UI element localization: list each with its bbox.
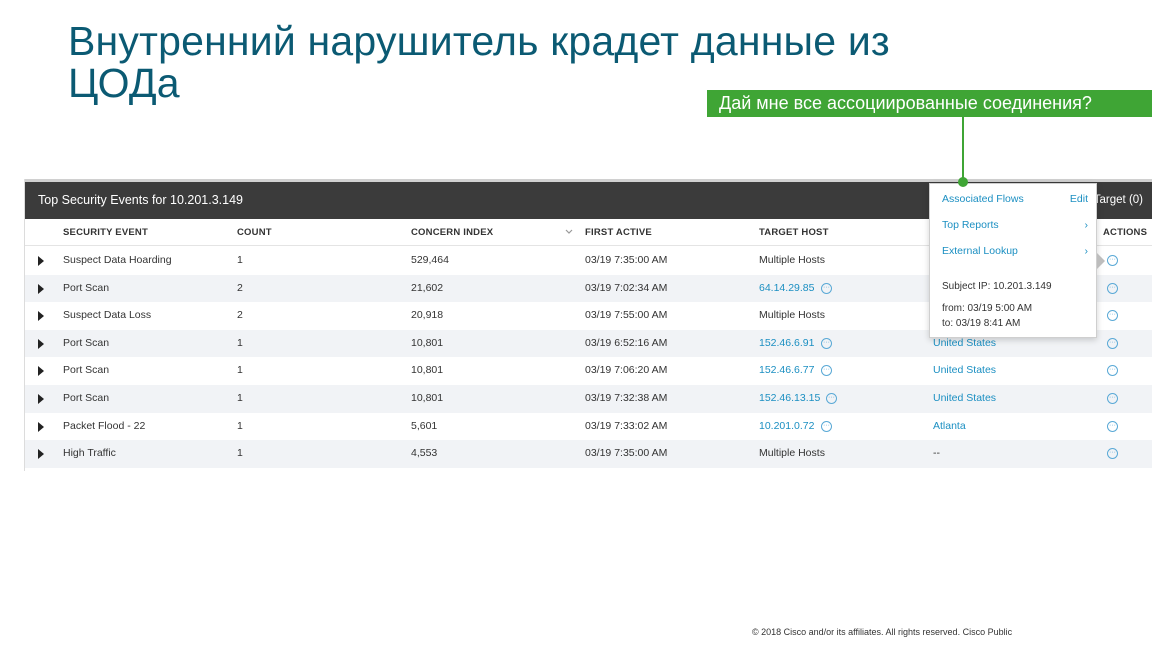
menu-item-associated-flows[interactable]: Associated Flows Edit bbox=[942, 191, 1088, 207]
time-to-text: to: 03/19 8:41 AM bbox=[942, 318, 1021, 329]
top-reports-label[interactable]: Top Reports bbox=[942, 219, 999, 231]
cell-count: 1 bbox=[237, 392, 243, 404]
title-line-1: Внутренний нарушитель крадет данные из bbox=[68, 18, 890, 64]
callout-box: Дай мне все ассоциированные соединения? bbox=[707, 90, 1152, 117]
menu-item-top-reports[interactable]: Top Reports › bbox=[942, 217, 1088, 233]
edit-link[interactable]: Edit bbox=[1070, 191, 1088, 207]
cell-count: 2 bbox=[237, 309, 243, 322]
expand-arrow-icon[interactable] bbox=[38, 366, 44, 377]
cell-concern: 529,464 bbox=[411, 254, 449, 266]
cell-first-active: 03/19 6:52:16 AM bbox=[585, 336, 668, 349]
cell-first-active: 03/19 7:02:34 AM bbox=[585, 281, 668, 294]
cell-target-link[interactable]: United States bbox=[933, 357, 996, 385]
cell-count: 1 bbox=[237, 336, 243, 349]
time-from-text: from: 03/19 5:00 AM bbox=[942, 303, 1033, 314]
cell-count: 1 bbox=[237, 419, 243, 432]
menu-item-external-lookup[interactable]: External Lookup › bbox=[942, 243, 1088, 259]
actions-more-icon[interactable]: ··· bbox=[1107, 255, 1118, 266]
cell-count: 1 bbox=[237, 447, 243, 460]
host-more-icon[interactable]: ··· bbox=[826, 393, 837, 404]
subject-ip-text: Subject IP: 10.201.3.149 bbox=[942, 281, 1052, 292]
table-row[interactable]: Port Scan 1 10,801 03/19 7:32:38 AM 152.… bbox=[25, 385, 1152, 413]
cell-target-host: Multiple Hosts bbox=[759, 447, 825, 460]
associated-flows-label[interactable]: Associated Flows bbox=[942, 193, 1024, 205]
expand-arrow-icon[interactable] bbox=[38, 338, 44, 349]
actions-more-icon[interactable]: ··· bbox=[1107, 337, 1118, 349]
cell-concern: 20,918 bbox=[411, 309, 444, 322]
slide: Внутренний нарушитель крадет данные из Ц… bbox=[0, 0, 1152, 648]
target-count-label[interactable]: Target (0) bbox=[1094, 182, 1143, 219]
expand-arrow-icon[interactable] bbox=[38, 449, 44, 460]
cell-event: High Traffic bbox=[63, 447, 116, 460]
cell-event: Suspect Data Loss bbox=[63, 309, 152, 322]
host-more-icon[interactable]: ··· bbox=[821, 282, 832, 294]
cell-target-host-link[interactable]: 10.201.0.72 bbox=[759, 413, 814, 441]
actions-more-icon[interactable]: ··· bbox=[1107, 282, 1118, 294]
expand-arrow-icon[interactable] bbox=[38, 283, 44, 294]
expand-arrow-icon[interactable] bbox=[38, 256, 44, 266]
cell-count: 1 bbox=[237, 254, 243, 266]
cell-target-link[interactable]: Atlanta bbox=[933, 413, 966, 441]
expand-arrow-icon[interactable] bbox=[38, 421, 44, 432]
cell-target-host: Multiple Hosts bbox=[759, 254, 825, 266]
cell-concern: 5,601 bbox=[411, 419, 438, 432]
cell-target-host-link[interactable]: 152.46.6.77 bbox=[759, 357, 814, 385]
sort-chevron-down-icon[interactable] bbox=[565, 228, 573, 236]
cell-event: Suspect Data Hoarding bbox=[63, 254, 172, 266]
column-first-active[interactable]: FIRST ACTIVE bbox=[585, 219, 652, 246]
actions-more-icon[interactable]: ··· bbox=[1107, 310, 1118, 322]
cell-target-host-link[interactable]: 152.46.13.15 bbox=[759, 385, 820, 413]
cell-concern: 21,602 bbox=[411, 281, 444, 294]
column-target-host[interactable]: TARGET HOST bbox=[759, 219, 829, 246]
cell-event: Packet Flood - 22 bbox=[63, 419, 146, 432]
host-more-icon[interactable]: ··· bbox=[821, 420, 832, 432]
cell-first-active: 03/19 7:32:38 AM bbox=[585, 392, 668, 404]
table-row[interactable]: Packet Flood - 22 1 5,601 03/19 7:33:02 … bbox=[25, 413, 1152, 441]
cell-event: Port Scan bbox=[63, 392, 110, 404]
table-row[interactable]: Port Scan 1 10,801 03/19 7:06:20 AM 152.… bbox=[25, 357, 1152, 385]
cell-first-active: 03/19 7:33:02 AM bbox=[585, 419, 668, 432]
cell-first-active: 03/19 7:55:00 AM bbox=[585, 309, 668, 322]
popup-pointer bbox=[1097, 253, 1105, 269]
cell-event: Port Scan bbox=[63, 364, 110, 377]
cell-target-host-link[interactable]: 64.14.29.85 bbox=[759, 275, 814, 303]
host-more-icon[interactable]: ··· bbox=[821, 365, 832, 377]
cell-first-active: 03/19 7:06:20 AM bbox=[585, 364, 668, 377]
panel-title: Top Security Events for 10.201.3.149 bbox=[38, 193, 243, 207]
actions-more-icon[interactable]: ··· bbox=[1107, 393, 1118, 404]
actions-more-icon[interactable]: ··· bbox=[1107, 448, 1118, 460]
cell-target-link[interactable]: United States bbox=[933, 385, 996, 413]
cell-count: 2 bbox=[237, 281, 243, 294]
expand-arrow-icon[interactable] bbox=[38, 394, 44, 404]
chevron-right-icon: › bbox=[1084, 219, 1089, 231]
callout-dot bbox=[958, 177, 968, 187]
cell-count: 1 bbox=[237, 364, 243, 377]
cell-first-active: 03/19 7:35:00 AM bbox=[585, 254, 668, 266]
cell-concern: 10,801 bbox=[411, 392, 444, 404]
cell-concern: 10,801 bbox=[411, 336, 444, 349]
expand-arrow-icon[interactable] bbox=[38, 311, 44, 322]
column-security-event[interactable]: SECURITY EVENT bbox=[63, 219, 148, 246]
cell-target-host: Multiple Hosts bbox=[759, 309, 825, 322]
actions-more-icon[interactable]: ··· bbox=[1107, 420, 1118, 432]
cell-first-active: 03/19 7:35:00 AM bbox=[585, 447, 668, 460]
column-concern-index[interactable]: CONCERN INDEX bbox=[411, 219, 493, 246]
column-actions: ACTIONS bbox=[1103, 227, 1148, 238]
cell-concern: 10,801 bbox=[411, 364, 444, 377]
cell-concern: 4,553 bbox=[411, 447, 438, 460]
actions-more-icon[interactable]: ··· bbox=[1107, 365, 1118, 377]
external-lookup-label[interactable]: External Lookup bbox=[942, 245, 1018, 257]
host-more-icon[interactable]: ··· bbox=[821, 337, 832, 349]
cell-event: Port Scan bbox=[63, 336, 110, 349]
table-row[interactable]: High Traffic 1 4,553 03/19 7:35:00 AM Mu… bbox=[25, 440, 1152, 468]
callout-connector bbox=[962, 117, 964, 180]
copyright-footer: © 2018 Cisco and/or its affiliates. All … bbox=[752, 627, 1013, 637]
cell-event: Port Scan bbox=[63, 281, 110, 294]
cell-target-host-link[interactable]: 152.46.6.91 bbox=[759, 330, 814, 358]
chevron-right-icon: › bbox=[1084, 245, 1089, 257]
actions-popup-menu: Associated Flows Edit Top Reports › Exte… bbox=[929, 183, 1097, 338]
cell-target: -- bbox=[933, 447, 940, 460]
column-count[interactable]: COUNT bbox=[237, 219, 272, 246]
